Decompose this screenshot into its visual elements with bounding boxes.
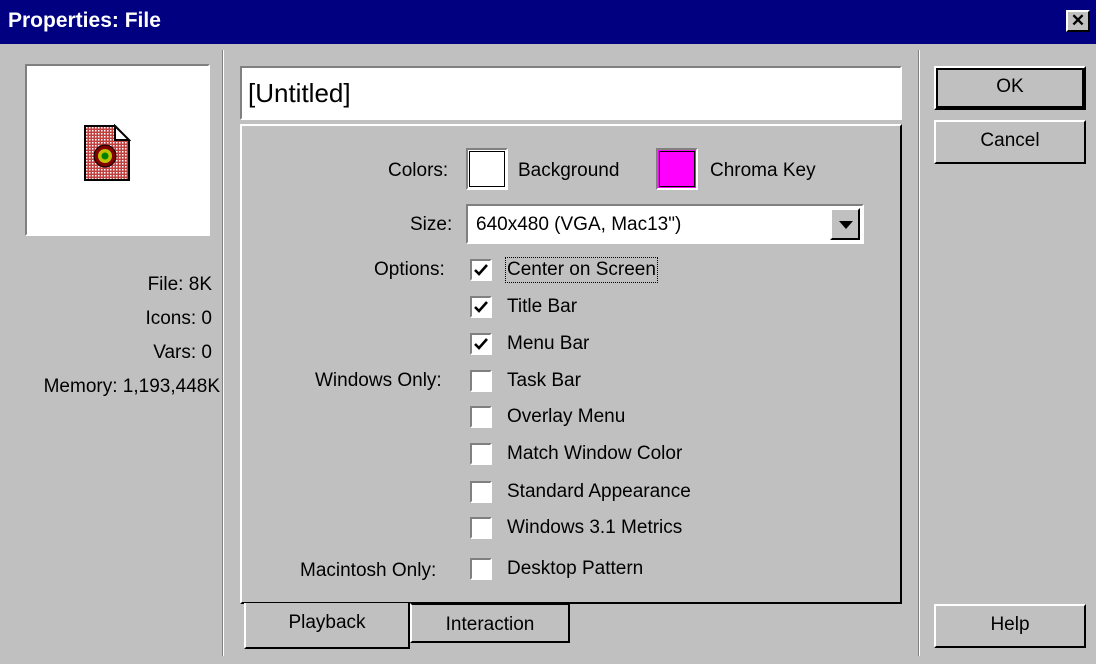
close-button[interactable]: ✕ (1066, 10, 1090, 32)
file-title-input[interactable] (240, 66, 902, 120)
macintosh-only-label: Macintosh Only: (300, 560, 437, 581)
task-bar-label: Task Bar (507, 370, 581, 391)
options-label: Options: (374, 259, 445, 280)
tab-playback[interactable]: Playback (244, 603, 410, 649)
size-select-value: 640x480 (VGA, Mac13") (476, 214, 682, 235)
cancel-button[interactable]: Cancel (934, 120, 1086, 164)
file-document-icon (84, 124, 131, 181)
center-on-screen-label: Center on Screen (505, 257, 658, 283)
right-divider (918, 50, 920, 656)
checkbox-desktop-pattern[interactable] (470, 558, 492, 580)
checkbox-overlay-menu[interactable] (470, 406, 492, 428)
checkbox-center-on-screen[interactable] (470, 259, 492, 281)
stat-icons: Icons: 0 (145, 308, 212, 329)
stat-memory: Memory: 1,193,448K (43, 376, 220, 397)
standard-appearance-label: Standard Appearance (507, 481, 691, 502)
stat-file: File: 8K (147, 274, 212, 295)
checkbox-match-window-color[interactable] (470, 443, 492, 465)
checkbox-standard-appearance[interactable] (470, 481, 492, 503)
left-divider (222, 50, 224, 656)
checkbox-windows-31-metrics[interactable] (470, 517, 492, 539)
menu-bar-label: Menu Bar (507, 333, 590, 354)
overlay-menu-label: Overlay Menu (507, 406, 626, 427)
desktop-pattern-label: Desktop Pattern (507, 558, 644, 579)
ok-button[interactable]: OK (934, 66, 1086, 110)
properties-dialog: Properties: File ✕ File: 8K Icons: 0 Var… (0, 0, 1096, 664)
size-select[interactable]: 640x480 (VGA, Mac13") (466, 204, 864, 244)
windows-only-label: Windows Only: (315, 370, 442, 391)
windows-31-metrics-label: Windows 3.1 Metrics (507, 517, 683, 538)
checkmark-icon (474, 264, 488, 276)
window-title: Properties: File (8, 9, 161, 32)
size-label: Size: (410, 214, 453, 235)
stat-vars: Vars: 0 (153, 342, 212, 363)
title-bar-label: Title Bar (507, 296, 578, 317)
match-window-color-label: Match Window Color (507, 443, 683, 464)
chroma-swatch-fill (659, 151, 695, 187)
colors-label: Colors: (388, 160, 449, 181)
chevron-down-icon[interactable] (830, 208, 860, 240)
checkmark-icon (474, 301, 488, 313)
background-color-swatch[interactable] (466, 148, 508, 190)
background-label: Background (518, 160, 620, 181)
help-button[interactable]: Help (934, 604, 1086, 648)
checkbox-task-bar[interactable] (470, 370, 492, 392)
checkbox-menu-bar[interactable] (470, 333, 492, 355)
chroma-key-color-swatch[interactable] (656, 148, 698, 190)
background-swatch-fill (469, 151, 505, 187)
chroma-key-label: Chroma Key (710, 160, 816, 181)
checkbox-title-bar[interactable] (470, 296, 492, 318)
file-preview (25, 64, 210, 236)
tab-interaction[interactable]: Interaction (410, 603, 570, 643)
title-bar: Properties: File ✕ (0, 0, 1096, 44)
checkmark-icon (474, 338, 488, 350)
close-icon: ✕ (1070, 11, 1086, 30)
